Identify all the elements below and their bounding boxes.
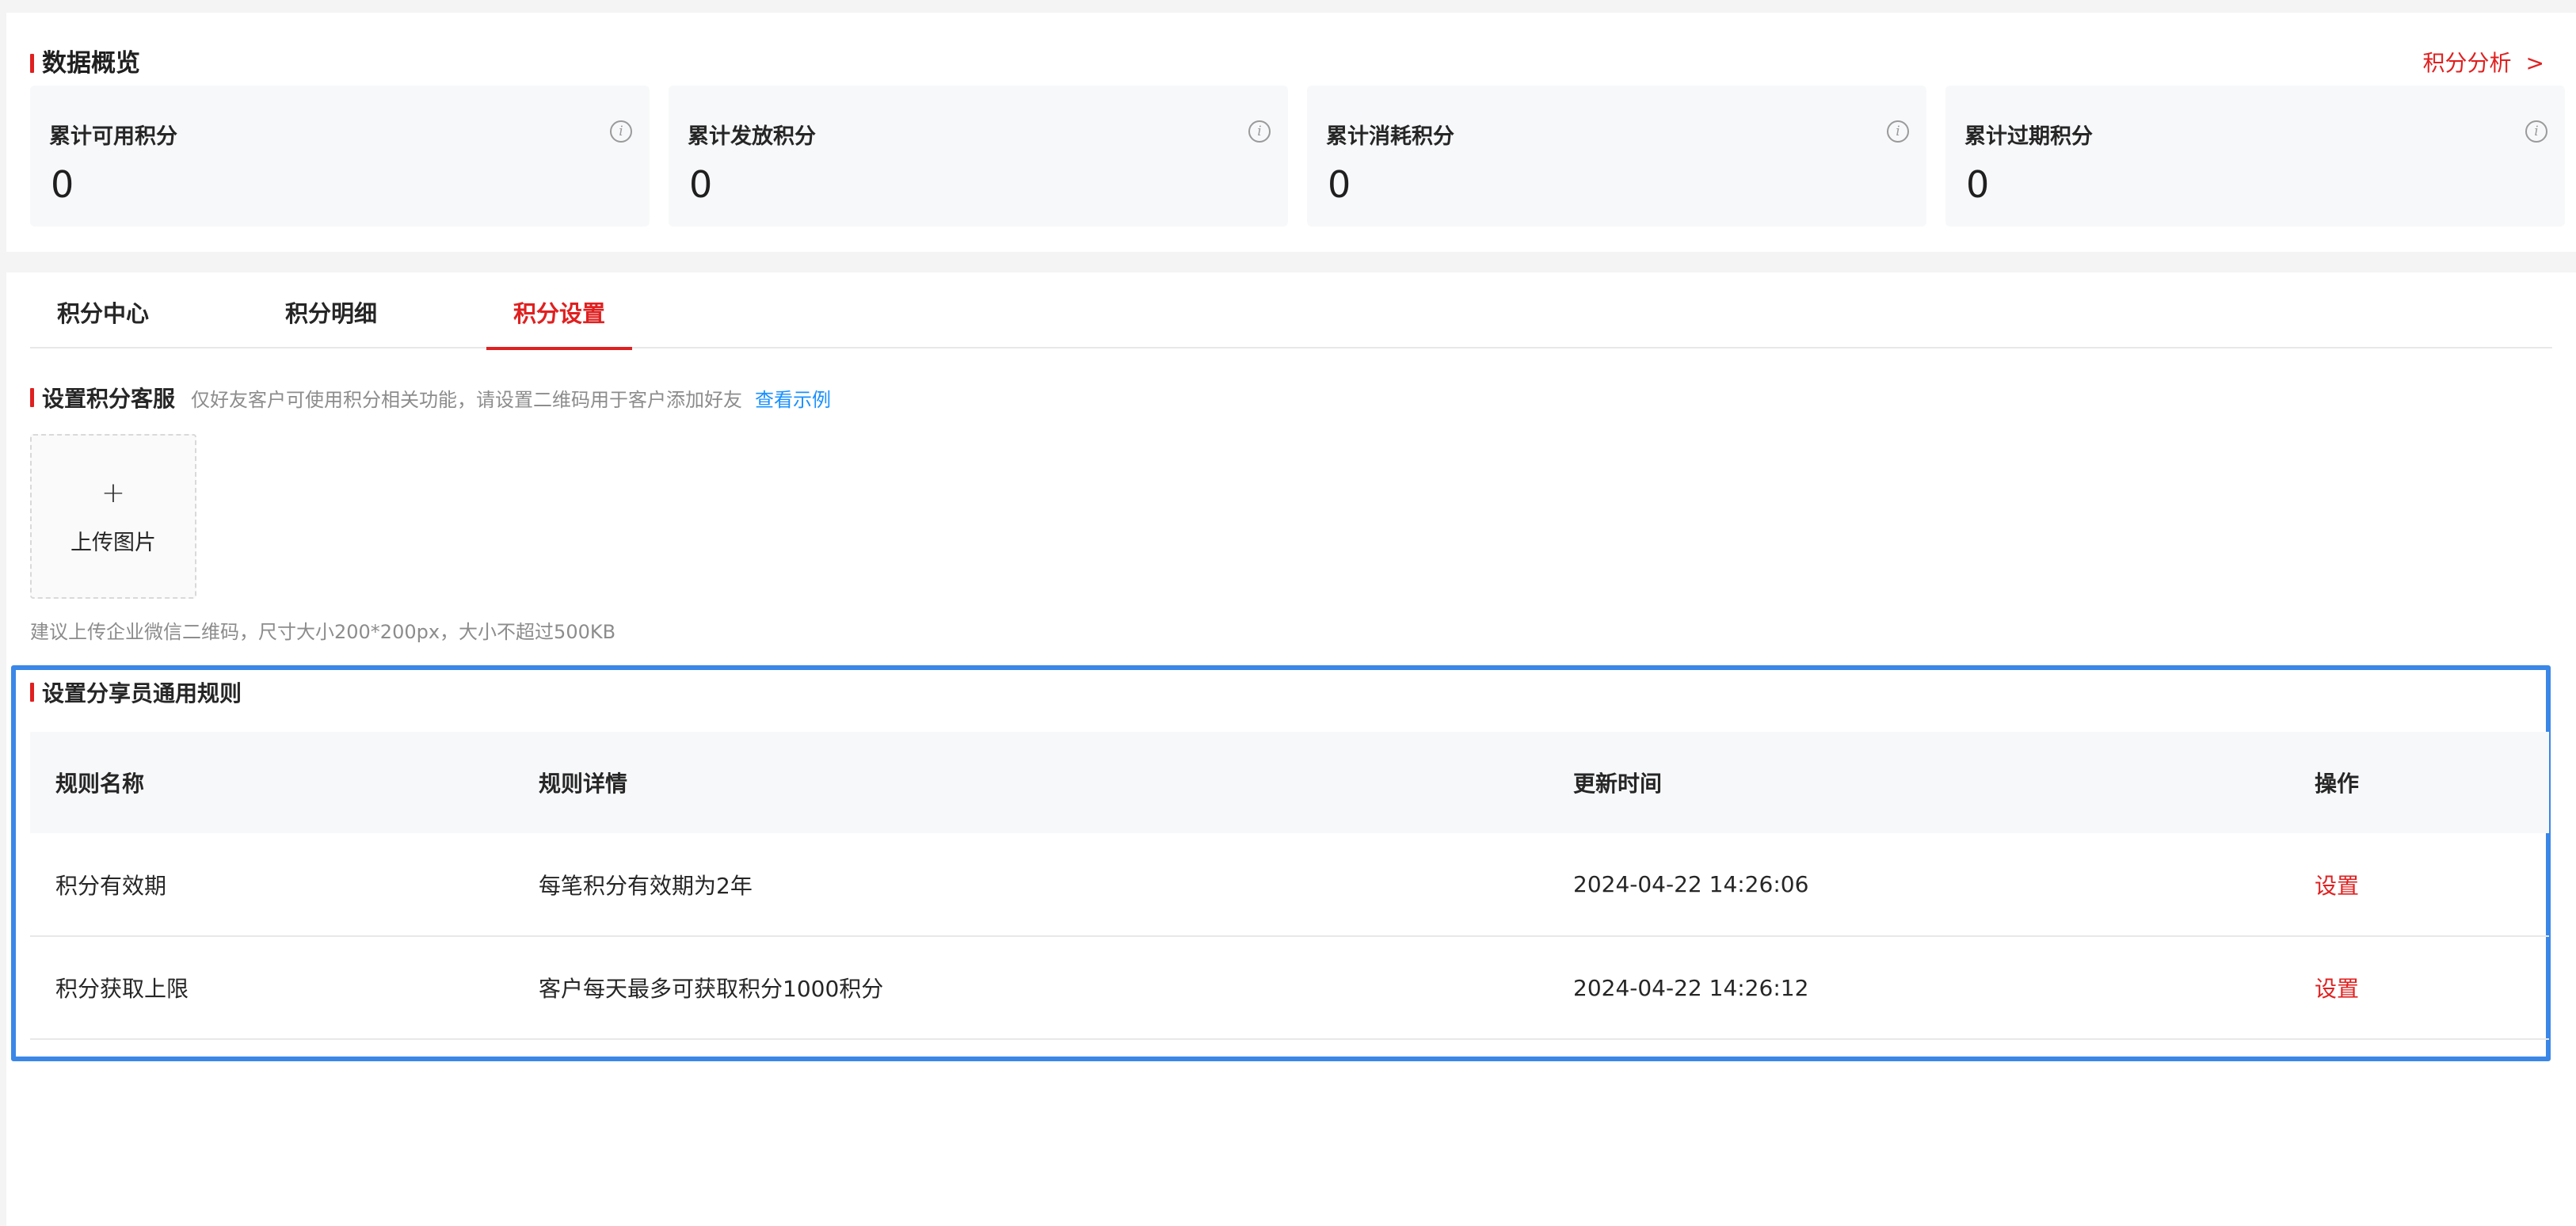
stat-card-issued: 累计发放积分 i 0 [669,86,1288,227]
points-analysis-label: 积分分析 [2422,50,2512,76]
stat-card-value: 0 [1328,163,1351,206]
column-header: 规则名称 [55,771,145,797]
upload-image-button[interactable]: + 上传图片 [30,434,196,599]
info-icon[interactable]: i [1248,120,1271,143]
rule-name: 积分有效期 [55,872,167,899]
rule-set-button[interactable]: 设置 [2289,936,2549,1039]
upload-label: 上传图片 [70,530,156,555]
info-icon[interactable]: i [2525,120,2547,143]
table-row: 积分有效期 每笔积分有效期为2年 2024-04-22 14:26:06 设置 [30,833,2549,936]
stat-card-value: 0 [1966,163,1990,206]
rule-detail: 客户每天最多可获取积分1000积分 [539,976,884,1002]
stat-card-value: 0 [51,163,74,206]
rules-section-header: 设置分享员通用规则 [30,676,242,708]
stat-card-consumed: 累计消耗积分 i 0 [1307,86,1926,227]
column-header: 操作 [2315,771,2360,797]
stat-card-expired: 累计过期积分 i 0 [1945,86,2565,227]
stat-card-label: 累计消耗积分 [1326,124,1454,149]
kefu-description: 仅好友客户可使用积分相关功能，请设置二维码用于客户添加好友 [191,388,743,411]
table-header-row: 规则名称 规则详情 更新时间 操作 [30,732,2549,833]
points-analysis-link[interactable]: 积分分析 > [2423,48,2544,79]
table-row: 积分获取上限 客户每天最多可获取积分1000积分 2024-04-22 14:2… [30,936,2549,1039]
rule-set-button[interactable]: 设置 [2289,833,2549,936]
tab-bar: 积分中心 积分明细 积分设置 [30,272,2552,350]
kefu-section-header: 设置积分客服 仅好友客户可使用积分相关功能，请设置二维码用于客户添加好友 查看示… [30,382,831,413]
rules-title: 设置分享员通用规则 [42,680,242,706]
tab-points-center[interactable]: 积分中心 [30,272,176,348]
rules-table: 规则名称 规则详情 更新时间 操作 积分有效期 每笔积分有效期为2年 2024-… [30,732,2549,1040]
column-header: 更新时间 [1573,771,1663,797]
column-header: 规则详情 [539,771,628,797]
plus-icon: + [101,476,126,509]
kefu-title: 设置积分客服 [42,386,176,412]
section-marker [30,388,34,407]
view-example-link[interactable]: 查看示例 [755,384,831,412]
rule-detail: 每笔积分有效期为2年 [539,872,753,899]
section-marker [30,54,34,73]
info-icon[interactable]: i [610,120,632,143]
stat-card-value: 0 [689,163,713,206]
stat-card-label: 累计过期积分 [1964,124,2093,149]
info-icon[interactable]: i [1887,120,1909,143]
main-panel: 积分中心 积分明细 积分设置 设置积分客服 仅好友客户可使用积分相关功能，请设置… [6,272,2576,1226]
section-marker [30,683,34,702]
stat-card-available: 累计可用积分 i 0 [30,86,650,227]
tab-points-settings[interactable]: 积分设置 [486,272,633,350]
stat-card-label: 累计发放积分 [688,124,816,149]
page: 数据概览 积分分析 > 累计可用积分 i 0 累计发放积分 i 0 累计消耗积分… [0,0,2576,1226]
upload-hint: 建议上传企业微信二维码，尺寸大小200*200px，大小不超过500KB [30,621,616,643]
stat-card-label: 累计可用积分 [49,124,177,149]
overview-title: 数据概览 [42,49,140,78]
data-overview-panel: 数据概览 积分分析 > 累计可用积分 i 0 累计发放积分 i 0 累计消耗积分… [6,13,2576,252]
overview-header: 数据概览 [30,48,140,79]
tab-points-detail[interactable]: 积分明细 [258,272,404,348]
rule-updated-time: 2024-04-22 14:26:06 [1573,871,1809,897]
chevron-right-icon: > [2525,50,2544,76]
stat-cards: 累计可用积分 i 0 累计发放积分 i 0 累计消耗积分 i 0 累计过期积分 … [30,86,2565,227]
rule-updated-time: 2024-04-22 14:26:12 [1573,974,1809,1001]
rule-name: 积分获取上限 [55,976,189,1002]
